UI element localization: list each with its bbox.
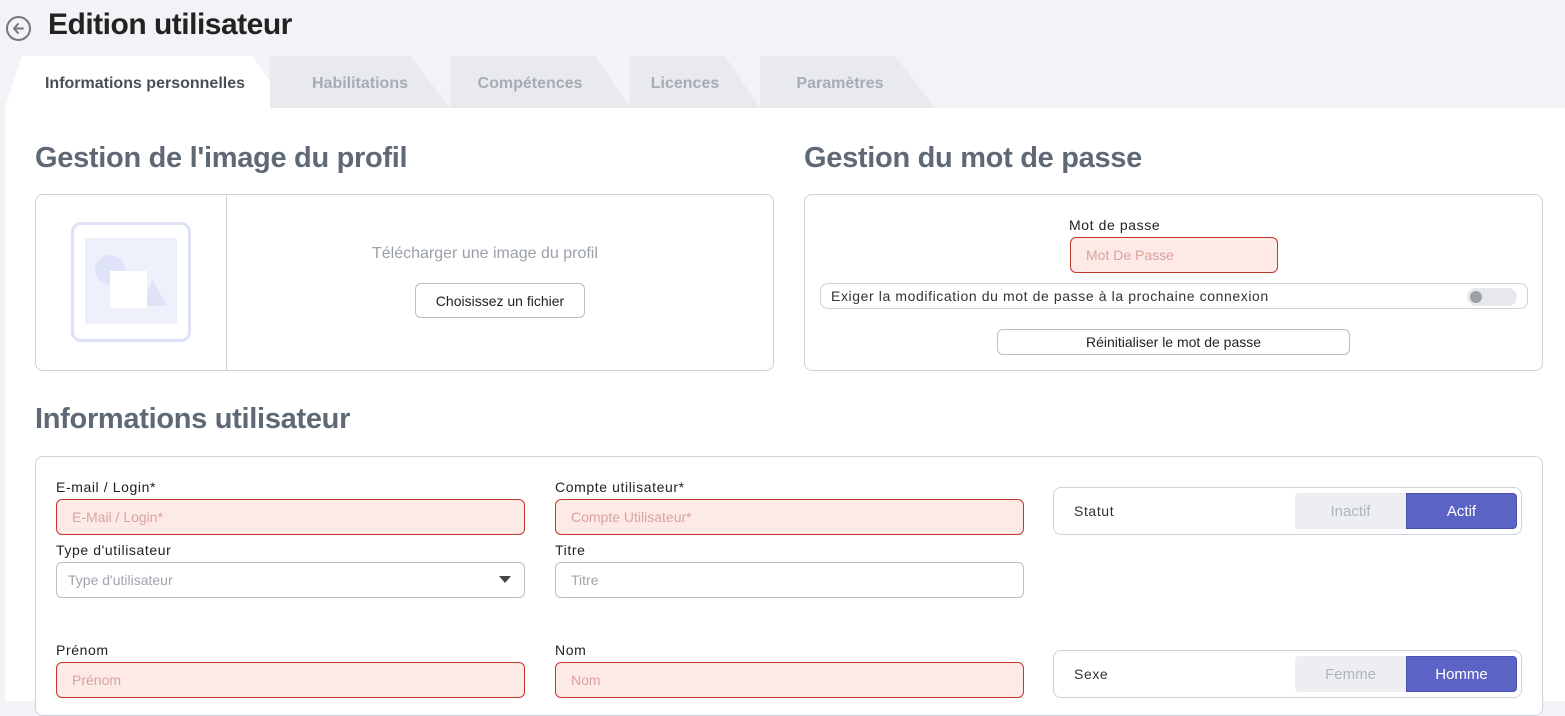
back-arrow-icon[interactable] [6,16,31,41]
user-type-select[interactable] [56,562,525,598]
main-panel: Gestion de l'image du profil Gestion du … [5,108,1565,716]
password-box: Mot de passe Exiger la modification du m… [804,194,1543,371]
profile-image-box: Télécharger une image du profil Choisiss… [35,194,774,371]
profile-image-title: Gestion de l'image du profil [35,142,408,174]
tab-competences[interactable]: Compétences [430,56,630,108]
require-password-change-toggle[interactable] [1467,288,1517,306]
sex-female-button[interactable]: Femme [1295,656,1406,692]
tab-habilitations[interactable]: Habilitations [270,56,450,108]
sex-male-button[interactable]: Homme [1406,656,1517,692]
divider [226,195,227,370]
profile-image-placeholder [71,222,191,342]
sex-label: Sexe [1074,666,1109,682]
title-label: Titre [555,542,586,558]
lastname-input[interactable] [555,662,1024,698]
password-title: Gestion du mot de passe [804,142,1142,174]
choose-file-button[interactable]: Choisissez un fichier [415,283,585,318]
tab-label: Paramètres [796,75,884,92]
require-password-change-label: Exiger la modification du mot de passe à… [831,288,1269,304]
lastname-label: Nom [555,642,587,658]
user-info-title: Informations utilisateur [35,403,351,435]
page-header: Edition utilisateur [0,0,1565,56]
status-label: Statut [1074,503,1115,519]
tab-label: Compétences [477,75,583,92]
chevron-down-icon[interactable] [499,576,511,583]
firstname-label: Prénom [56,642,109,658]
email-input[interactable] [56,499,525,535]
require-password-change-row: Exiger la modification du mot de passe à… [820,283,1528,309]
firstname-input[interactable] [56,662,525,698]
password-label: Mot de passe [1069,217,1161,233]
tab-label: Licences [650,75,720,92]
status-selector: Statut Inactif Actif [1053,487,1522,535]
image-placeholder-icon [85,238,177,324]
status-active-button[interactable]: Actif [1406,493,1517,529]
tab-bar: Informations personnelles Habilitations … [0,56,1565,108]
email-label: E-mail / Login* [56,479,157,495]
password-input[interactable] [1070,237,1278,273]
tab-parametres[interactable]: Paramètres [740,56,940,108]
tab-informations-personnelles[interactable]: Informations personnelles [0,56,290,108]
page-title: Edition utilisateur [48,8,292,41]
status-inactive-button[interactable]: Inactif [1295,493,1406,529]
title-input[interactable] [555,562,1024,598]
user-type-label: Type d'utilisateur [56,542,172,558]
account-input[interactable] [555,499,1024,535]
toggle-knob [1470,291,1482,303]
user-info-box: E-mail / Login* Compte utilisateur* Stat… [35,456,1543,716]
sex-selector: Sexe Femme Homme [1053,650,1522,698]
tab-label: Habilitations [311,75,408,92]
upload-hint: Télécharger une image du profil [372,245,598,262]
account-label: Compte utilisateur* [555,479,685,495]
reset-password-button[interactable]: Réinitialiser le mot de passe [997,329,1350,355]
tab-licences[interactable]: Licences [610,56,760,108]
tab-label: Informations personnelles [44,75,246,92]
